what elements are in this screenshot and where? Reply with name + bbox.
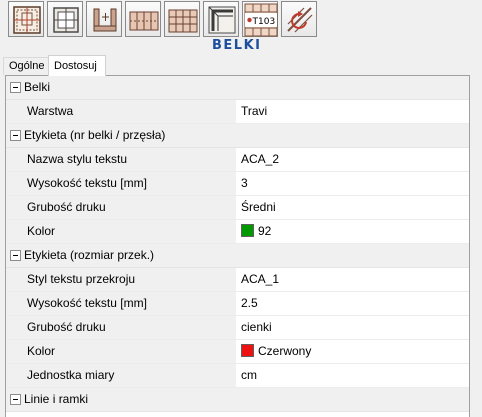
color-swatch-icon bbox=[241, 344, 254, 357]
property-value[interactable]: 92 bbox=[236, 220, 469, 243]
category-label-section-size[interactable]: Etykieta (rozmiar przek.) bbox=[6, 244, 469, 268]
property-row-line-weight[interactable]: Grubość druku Średni bbox=[6, 196, 469, 220]
beam-columns-button[interactable] bbox=[125, 1, 161, 37]
beam-dimension-icon bbox=[93, 8, 117, 32]
property-value[interactable]: cienki bbox=[236, 316, 469, 339]
property-row-color[interactable]: Kolor 92 bbox=[6, 220, 469, 244]
property-name: Kolor bbox=[6, 340, 236, 363]
beam-corner-button[interactable] bbox=[203, 1, 239, 37]
beam-label-button[interactable]: T103 bbox=[242, 1, 278, 37]
collapse-icon[interactable] bbox=[10, 82, 21, 93]
property-row-section-color[interactable]: Kolor Czerwony bbox=[6, 340, 469, 364]
property-value[interactable]: 2.5 bbox=[236, 292, 469, 315]
property-row-unit[interactable]: Jednostka miary cm bbox=[6, 364, 469, 388]
property-name: Nazwa stylu tekstu bbox=[6, 148, 236, 171]
property-name: Kolor bbox=[6, 220, 236, 243]
property-row-section-text-style[interactable]: Styl tekstu przekroju ACA_1 bbox=[6, 268, 469, 292]
beam-grid-button[interactable] bbox=[8, 1, 44, 37]
property-row-section-line-weight[interactable]: Grubość druku cienki bbox=[6, 316, 469, 340]
beam-layers-button[interactable] bbox=[164, 1, 200, 37]
property-name: Grubość druku bbox=[6, 316, 236, 339]
beam-columns-icon bbox=[129, 11, 159, 31]
property-name: Wysokość tekstu [mm] bbox=[6, 292, 236, 315]
property-row-text-height[interactable]: Wysokość tekstu [mm] 3 bbox=[6, 172, 469, 196]
toolbar: T103 BELKI bbox=[0, 0, 482, 56]
color-value: 92 bbox=[258, 224, 272, 238]
beam-label-icon: T103 bbox=[244, 3, 278, 37]
beam-layers-icon bbox=[168, 9, 198, 33]
property-name: Grubość druku bbox=[6, 196, 236, 219]
vertical-scrollbar[interactable] bbox=[470, 75, 482, 417]
property-value[interactable]: Czerwony bbox=[236, 340, 469, 363]
category-lines-and-frames[interactable]: Linie i ramki bbox=[6, 388, 469, 412]
toolbar-title: BELKI bbox=[212, 38, 262, 53]
tab-strip: Ogólne Dostosuj bbox=[0, 55, 482, 76]
property-row-section-text-height[interactable]: Wysokość tekstu [mm] 2.5 bbox=[6, 292, 469, 316]
beam-frame-icon bbox=[53, 7, 79, 33]
property-row-text-style[interactable]: Nazwa stylu tekstu ACA_2 bbox=[6, 148, 469, 172]
category-label: Belki bbox=[24, 80, 51, 94]
category-label: Etykieta (rozmiar przek.) bbox=[24, 248, 155, 262]
color-swatch-icon bbox=[241, 224, 254, 237]
property-name: Jednostka miary bbox=[6, 364, 236, 387]
property-value[interactable]: ACA_1 bbox=[236, 268, 469, 291]
property-value[interactable]: ACA_2 bbox=[236, 148, 469, 171]
beam-label-text: T103 bbox=[252, 17, 276, 27]
beam-frame-button[interactable] bbox=[47, 1, 83, 37]
beam-rotate-icon bbox=[287, 7, 313, 33]
collapse-icon[interactable] bbox=[10, 394, 21, 405]
property-row-layer[interactable]: Warstwa Travi bbox=[6, 100, 469, 124]
category-label: Linie i ramki bbox=[24, 392, 89, 406]
beam-corner-icon bbox=[208, 6, 236, 34]
category-label-beam-number[interactable]: Etykieta (nr belki / przęsła) bbox=[6, 124, 469, 148]
category-belki[interactable]: Belki bbox=[6, 76, 469, 100]
property-grid: Belki Warstwa Travi Etykieta (nr belki /… bbox=[5, 75, 470, 417]
beam-dimension-button[interactable] bbox=[86, 1, 122, 37]
color-value: Czerwony bbox=[258, 344, 312, 358]
tab-general[interactable]: Ogólne bbox=[3, 57, 49, 75]
property-name: Wysokość tekstu [mm] bbox=[6, 172, 236, 195]
beam-rotate-button[interactable] bbox=[281, 1, 317, 37]
property-value[interactable]: cm bbox=[236, 364, 469, 387]
property-name: Warstwa bbox=[6, 100, 236, 123]
property-value[interactable]: Travi bbox=[236, 100, 469, 123]
property-value[interactable]: 3 bbox=[236, 172, 469, 195]
tab-customize[interactable]: Dostosuj bbox=[48, 55, 106, 76]
property-value[interactable]: Średni bbox=[236, 196, 469, 219]
beam-grid-icon bbox=[13, 6, 41, 34]
collapse-icon[interactable] bbox=[10, 250, 21, 261]
category-label: Etykieta (nr belki / przęsła) bbox=[24, 128, 166, 142]
collapse-icon[interactable] bbox=[10, 130, 21, 141]
property-name: Styl tekstu przekroju bbox=[6, 268, 236, 291]
